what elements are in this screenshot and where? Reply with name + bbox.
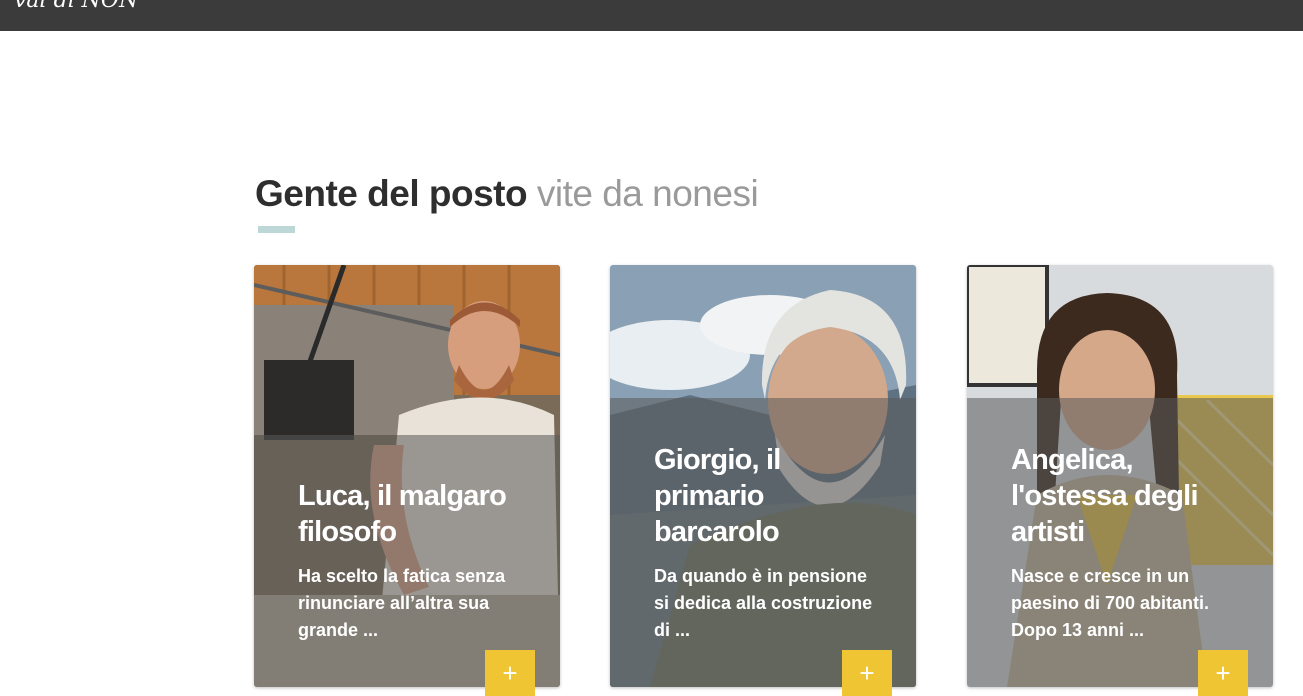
read-more-button-angelica[interactable]: + <box>1198 650 1248 696</box>
top-navigation-bar: val di NON <box>0 0 1303 31</box>
person-card-luca[interactable]: Luca, il malgaro filosofo Ha scelto la f… <box>254 265 560 687</box>
site-logo[interactable]: val di NON <box>14 0 138 12</box>
heading-underline <box>258 226 295 233</box>
read-more-button-luca[interactable]: + <box>485 650 535 696</box>
read-more-button-giorgio[interactable]: + <box>842 650 892 696</box>
section-heading: Gente del posto vite da nonesi <box>255 172 759 216</box>
card-excerpt: Da quando è in pensione si dedica alla c… <box>654 566 873 640</box>
section-title: Gente del posto <box>255 173 528 214</box>
card-excerpt: Ha scelto la fatica senza rinunciare all… <box>298 566 506 640</box>
card-title[interactable]: Angelica, l'ostessa degli artisti <box>1011 442 1241 550</box>
card-title[interactable]: Luca, il malgaro filosofo <box>298 478 528 550</box>
person-card-giorgio[interactable]: Giorgio, il primario barcarolo Da quando… <box>610 265 916 687</box>
person-card-angelica[interactable]: Angelica, l'ostessa degli artisti Nasce … <box>967 265 1273 687</box>
card-excerpt: Nasce e cresce in un paesino di 700 abit… <box>1011 566 1210 640</box>
card-title[interactable]: Giorgio, il primario barcarolo <box>654 442 884 550</box>
section-subtitle: vite da nonesi <box>536 173 759 214</box>
